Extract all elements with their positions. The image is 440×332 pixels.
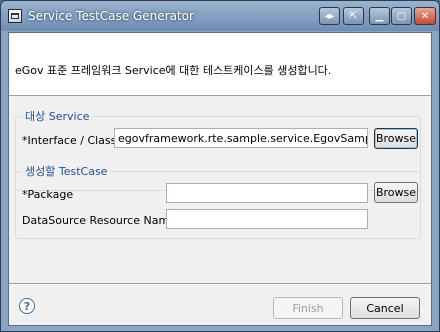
minimize-icon[interactable]: ▁: [369, 7, 390, 25]
dialog-body: eGov 표준 프레임워크 Service에 대한 테스트케이스를 생성합니다.…: [8, 32, 432, 326]
app-icon: [8, 9, 22, 23]
close-icon[interactable]: ✕: [414, 7, 436, 25]
help-icon[interactable]: ?: [19, 298, 35, 314]
package-field[interactable]: [166, 183, 368, 203]
window-title: Service TestCase Generator: [28, 9, 194, 23]
datasource-field[interactable]: [166, 209, 368, 229]
header-banner: eGov 표준 프레임워크 Service에 대한 테스트케이스를 생성합니다.: [9, 33, 431, 96]
dialog-window: Service TestCase Generator ◂▸ ⇱ ▁ ▢ ✕ eG…: [0, 0, 440, 332]
cancel-button[interactable]: Cancel: [350, 297, 420, 319]
interface-browse-button[interactable]: Browse: [374, 128, 418, 149]
arrows-lr-icon[interactable]: ◂▸: [319, 7, 340, 25]
maximize-icon[interactable]: ▢: [391, 7, 412, 25]
footer-separator: [9, 283, 431, 285]
finish-button[interactable]: Finish: [273, 297, 343, 319]
testcase-group-title: 생성할 TestCase: [22, 163, 111, 179]
package-label: *Package: [22, 188, 74, 201]
interface-class-field[interactable]: egovframework.rte.sample.service.EgovSam…: [114, 128, 368, 148]
package-browse-button[interactable]: Browse: [374, 182, 418, 203]
target-service-group-title: 대상 Service: [22, 108, 93, 124]
dialog-description: eGov 표준 프레임워크 Service에 대한 테스트케이스를 생성합니다.: [15, 64, 332, 77]
restore-icon[interactable]: ⇱: [343, 7, 364, 25]
interface-class-label: *Interface / Class: [22, 134, 117, 147]
datasource-label: DataSource Resource Name: [22, 214, 176, 227]
title-bar[interactable]: Service TestCase Generator ◂▸ ⇱ ▁ ▢ ✕: [1, 1, 439, 31]
